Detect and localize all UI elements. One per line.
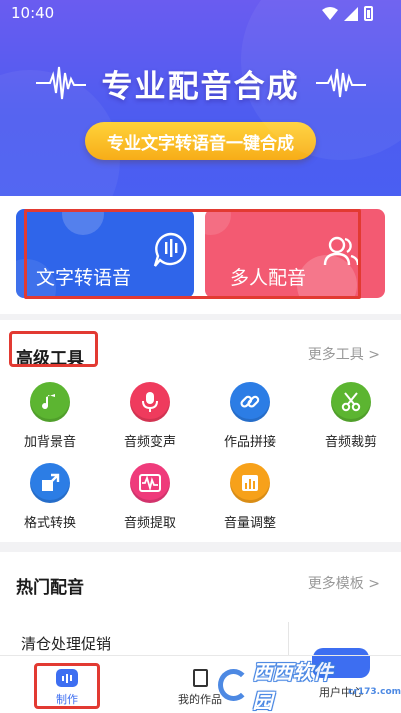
- link-icon: [230, 382, 270, 422]
- hero-banner: 10:40 专业配音合成 专业文字转语音一键合成: [0, 0, 401, 196]
- sound-wave-right-icon: [315, 68, 366, 98]
- people-icon: [323, 236, 360, 266]
- tool-merge-works[interactable]: 作品拼接: [208, 382, 292, 450]
- status-bar: 10:40: [0, 0, 401, 26]
- multi-voice-card[interactable]: 多人配音: [205, 209, 385, 298]
- tool-label: 音频提取: [123, 516, 176, 531]
- wifi-icon: [322, 6, 338, 20]
- hot-item[interactable]: 清仓处理促销: [21, 633, 111, 654]
- watermark-url: cr173.com: [348, 687, 401, 697]
- decor-bubble: [62, 209, 104, 235]
- speech-bubble-mic-icon: [153, 232, 187, 267]
- nav-make[interactable]: 制作: [34, 656, 100, 707]
- tool-audio-extract[interactable]: 音频提取: [108, 463, 192, 531]
- more-templates-link[interactable]: 更多模板 >: [308, 573, 380, 593]
- tool-label: 格式转换: [23, 516, 76, 531]
- nav-label: 制作: [56, 693, 78, 706]
- convert-arrow-icon: [30, 463, 70, 503]
- tool-format-convert[interactable]: 格式转换: [8, 463, 92, 531]
- watermark-logo-icon: [218, 669, 249, 701]
- tool-label: 加背景音: [23, 435, 76, 450]
- tool-voice-changer[interactable]: 音频变声: [108, 382, 192, 450]
- watermark: 西西软件园 cr173.com: [218, 660, 401, 713]
- status-time: 10:40: [11, 4, 55, 22]
- decor-bubble: [205, 209, 231, 235]
- feature-cards: 文字转语音 多人配音: [0, 196, 401, 314]
- hot-section-title: 热门配音: [16, 578, 84, 598]
- tool-add-background-music[interactable]: 加背景音: [8, 382, 92, 450]
- hero-title: 专业配音合成: [101, 68, 300, 105]
- watermark-text: 西西软件园: [252, 660, 333, 713]
- status-icons: [322, 6, 373, 21]
- music-note-icon: [30, 382, 70, 422]
- signal-icon: [344, 6, 358, 21]
- tool-label: 作品拼接: [223, 435, 276, 450]
- waveform-icon: [130, 463, 170, 503]
- hot-dubbing-section: 热门配音 更多模板 > 清仓处理促销: [0, 552, 401, 668]
- multi-voice-label: 多人配音: [230, 267, 307, 289]
- tool-volume-adjust[interactable]: 音量调整: [208, 463, 292, 531]
- scissors-icon: [331, 382, 371, 422]
- tool-label: 音量调整: [223, 516, 276, 531]
- volume-bars-icon: [230, 463, 270, 503]
- microphone-icon: [130, 382, 170, 422]
- tool-label: 音频变声: [123, 435, 176, 450]
- quick-synthesis-button[interactable]: 专业文字转语音一键合成: [85, 122, 316, 160]
- hero-title-row: 专业配音合成: [0, 60, 401, 106]
- advanced-tools-section: 高级工具 更多工具 > 加背景音 音频变声 作品拼接 音频裁剪 格式转换 音频提…: [0, 320, 401, 542]
- make-icon: [56, 669, 78, 687]
- document-icon: [192, 669, 208, 687]
- sound-wave-left-icon: [35, 66, 86, 100]
- tool-audio-trim[interactable]: 音频裁剪: [309, 382, 393, 450]
- tools-section-title: 高级工具: [16, 349, 84, 369]
- battery-icon: [364, 6, 373, 21]
- text-to-speech-card[interactable]: 文字转语音: [16, 209, 194, 298]
- tool-label: 音频裁剪: [324, 435, 377, 450]
- more-tools-link[interactable]: 更多工具 >: [308, 344, 380, 364]
- text-to-speech-label: 文字转语音: [36, 267, 132, 289]
